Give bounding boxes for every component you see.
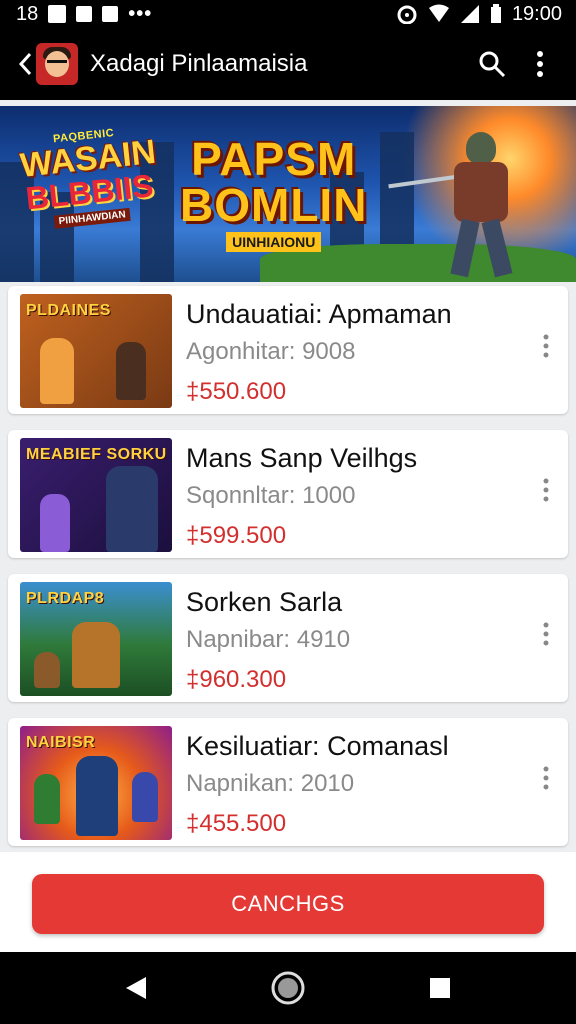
thumbnail-figure xyxy=(76,756,118,836)
recents-square-icon xyxy=(430,978,450,998)
item-more-button[interactable] xyxy=(532,326,560,366)
list-item[interactable]: PLDAINES Undauatiai: Apmaman Agonhitar: … xyxy=(8,286,568,414)
item-subtitle: Napnibar: 4910 xyxy=(186,626,351,653)
list-item[interactable]: MEABIEF SORKU Mans Sanp Veilhgs Sqonnlta… xyxy=(8,430,568,558)
search-icon xyxy=(479,51,506,78)
item-subtitle: Sqonnltar: 1000 xyxy=(186,482,356,509)
list-item[interactable]: NAIBISR Kesiluatiar: Comanasl Napnikan: … xyxy=(8,718,568,846)
thumbnail-figure xyxy=(106,466,158,552)
item-price: ‡455.500 xyxy=(186,810,287,837)
item-thumbnail: NAIBISR xyxy=(20,726,172,840)
nav-home-button[interactable] xyxy=(258,958,318,1018)
more-vert-icon xyxy=(543,478,549,502)
content-area: PAQBENIC WASAIN BLBBIIS PIINHAWDIAN PAPS… xyxy=(0,100,576,952)
avatar-glasses xyxy=(47,60,67,65)
status-left: 18 ••• xyxy=(16,3,152,26)
banner-title-line2: BOMLIN xyxy=(180,179,368,231)
thumbnail-title: PLDAINES xyxy=(26,302,111,319)
item-thumbnail: MEABIEF SORKU xyxy=(20,438,172,552)
status-time-left: 18 xyxy=(16,2,39,25)
thumbnail-title: MEABIEF SORKU xyxy=(26,446,167,463)
item-thumbnail: PLDAINES xyxy=(20,294,172,408)
app-title: Xadagi Pinlaamaisia xyxy=(90,50,308,77)
item-info: Mans Sanp Veilhgs Sqonnltar: 1000 ‡599.5… xyxy=(186,440,526,554)
item-title: Undauatiai: Apmaman xyxy=(186,299,452,329)
warrior-leg xyxy=(481,218,513,278)
more-options-button[interactable] xyxy=(516,40,564,88)
warrior-leg xyxy=(450,218,480,278)
thumbnail-figure xyxy=(72,622,120,688)
thumbnail-figure xyxy=(34,774,60,824)
thumbnail-figure xyxy=(40,494,70,552)
promo-banner[interactable]: PAQBENIC WASAIN BLBBIIS PIINHAWDIAN PAPS… xyxy=(0,106,576,282)
app-avatar[interactable] xyxy=(36,43,78,85)
more-vert-icon xyxy=(543,622,549,646)
thumbnail-title: NAIBISR xyxy=(26,734,96,751)
banner-warrior-image xyxy=(388,132,528,282)
list-item[interactable]: PLRDAP8 Sorken Sarla Napnibar: 4910 ‡960… xyxy=(8,574,568,702)
notification-icon xyxy=(48,5,67,23)
thumbnail-figure xyxy=(132,772,158,822)
bottom-action-area: CANCHGS xyxy=(0,852,576,952)
primary-action-button[interactable]: CANCHGS xyxy=(32,874,544,934)
item-info: Undauatiai: Apmaman Agonhitar: 9008 ‡550… xyxy=(186,296,526,410)
more-vert-icon xyxy=(537,51,543,77)
banner-title-line1: PAPSM xyxy=(191,133,357,185)
item-price: ‡960.300 xyxy=(186,666,287,693)
back-arrow-icon xyxy=(18,52,32,76)
item-subtitle: Agonhitar: 9008 xyxy=(186,338,356,365)
search-button[interactable] xyxy=(468,40,516,88)
item-thumbnail: PLRDAP8 xyxy=(20,582,172,696)
game-list: PLDAINES Undauatiai: Apmaman Agonhitar: … xyxy=(8,286,568,862)
item-info: Sorken Sarla Napnibar: 4910 ‡960.300 xyxy=(186,584,526,698)
alarm-icon xyxy=(397,5,417,24)
battery-icon xyxy=(490,4,501,23)
status-time-right: 19:00 xyxy=(511,2,562,25)
item-subtitle: Napnikan: 2010 xyxy=(186,770,355,797)
item-title: Mans Sanp Veilhgs xyxy=(186,443,418,473)
signal-icon xyxy=(460,5,479,23)
item-more-button[interactable] xyxy=(532,470,560,510)
item-more-button[interactable] xyxy=(532,758,560,798)
back-triangle-icon xyxy=(126,977,146,999)
item-title: Kesiluatiar: Comanasl xyxy=(186,731,449,761)
banner-logo-left: PAQBENIC WASAIN BLBBIIS PIINHAWDIAN xyxy=(17,123,158,232)
warrior-head xyxy=(466,132,496,164)
app-bar: Xadagi Pinlaamaisia xyxy=(0,28,576,100)
nav-back-button[interactable] xyxy=(106,958,166,1018)
system-nav-bar xyxy=(0,952,576,1024)
banner-logo-sub: PIINHAWDIAN xyxy=(54,207,131,229)
status-right: 19:00 xyxy=(396,3,562,26)
warrior-body xyxy=(454,162,508,222)
item-info: Kesiluatiar: Comanasl Napnikan: 2010 ‡45… xyxy=(186,728,526,842)
status-bar: 18 ••• 19:00 xyxy=(0,0,576,28)
more-notifications-icon: ••• xyxy=(128,2,153,25)
item-title: Sorken Sarla xyxy=(186,587,343,617)
more-vert-icon xyxy=(543,334,549,358)
item-price: ‡599.500 xyxy=(186,522,287,549)
thumbnail-figure xyxy=(40,338,74,404)
mail-icon xyxy=(102,6,119,22)
item-more-button[interactable] xyxy=(532,614,560,654)
thumbnail-figure xyxy=(34,652,60,688)
banner-subtitle: UINHIAIONU xyxy=(226,232,322,252)
more-vert-icon xyxy=(543,766,549,790)
thumbnail-title: PLRDAP8 xyxy=(26,590,105,607)
wifi-icon xyxy=(428,4,449,22)
home-circle-icon xyxy=(271,971,305,1005)
notification-icon-2 xyxy=(76,6,93,22)
back-button[interactable] xyxy=(16,46,34,82)
nav-recents-button[interactable] xyxy=(410,958,470,1018)
item-price: ‡550.600 xyxy=(186,378,287,405)
thumbnail-figure xyxy=(116,342,146,400)
banner-title: PAPSM BOMLIN UINHIAIONU xyxy=(180,136,367,252)
